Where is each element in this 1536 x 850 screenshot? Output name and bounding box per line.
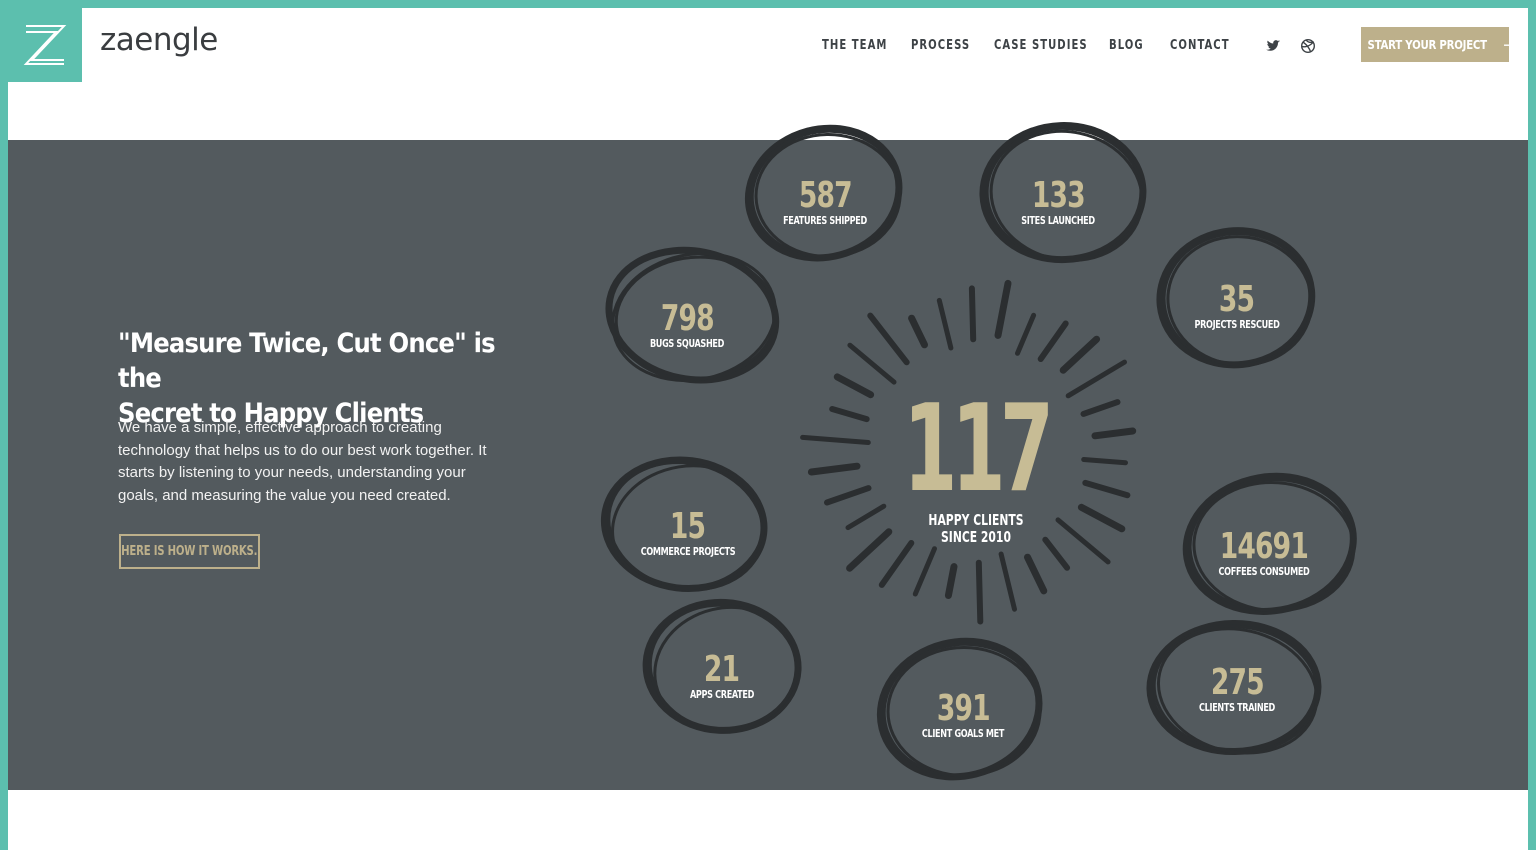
sunburst-ray [1024, 553, 1048, 595]
center-stat-label: HAPPY CLIENTS SINCE 2010 [876, 512, 1076, 546]
stat-label: PROJECTS RESCUED [1194, 318, 1280, 331]
stat-clients-trained: 275 CLIENTS TRAINED [1137, 665, 1337, 714]
stat-commerce-projects: 15 COMMERCE PROJECTS [588, 509, 788, 558]
sunburst-ray [878, 540, 915, 588]
sunburst-ray [998, 551, 1017, 612]
stat-sites-launched: 133 SITES LAUNCHED [958, 178, 1158, 227]
stat-label: SITES LAUNCHED [1021, 214, 1095, 227]
how-it-works-button[interactable]: HERE IS HOW IT WORKS. [119, 534, 260, 569]
stat-number: 587 [798, 175, 853, 216]
stat-coffees-consumed: 14691 COFFEES CONSUMED [1164, 529, 1364, 578]
sunburst-ray [867, 312, 910, 366]
page-frame: zaengle THE TEAM PROCESS CASE STUDIES BL… [8, 8, 1528, 850]
stat-apps-created: 21 APPS CREATED [622, 652, 822, 701]
stat-number: 391 [936, 688, 991, 729]
stat-number: 15 [670, 506, 706, 547]
sunburst-ray [1077, 503, 1126, 533]
stat-label: CLIENTS TRAINED [1199, 701, 1275, 714]
stat-label: APPS CREATED [689, 688, 755, 701]
section-body: We have a simple, effective approach to … [118, 419, 487, 504]
center-stat-label-line-1: HAPPY CLIENTS [928, 511, 1024, 529]
stat-label: COMMERCE PROJECTS [640, 545, 736, 558]
stat-projects-rescued: 35 PROJECTS RESCUED [1137, 282, 1337, 331]
sunburst-ray [975, 559, 984, 625]
sunburst-ray [968, 285, 977, 343]
stat-client-goals-met: 391 CLIENT GOALS MET [863, 691, 1063, 740]
how-it-works-label: HERE IS HOW IT WORKS. [121, 544, 258, 559]
stat-number: 14691 [1219, 526, 1309, 567]
sunburst-ray [936, 297, 954, 351]
stat-number: 21 [704, 649, 740, 690]
stat-bugs-squashed: 798 BUGS SQUASHED [587, 301, 787, 350]
sunburst-ray [1037, 320, 1069, 362]
stat-number: 133 [1031, 175, 1086, 216]
stat-label: BUGS SQUASHED [649, 337, 725, 350]
sunburst-ray [994, 279, 1012, 339]
stat-features-shipped: 587 FEATURES SHIPPED [725, 178, 925, 227]
stat-label: CLIENT GOALS MET [921, 727, 1005, 740]
sunburst-ray [1015, 312, 1037, 356]
sunburst-ray [847, 342, 897, 385]
stat-number: 35 [1219, 279, 1255, 320]
stat-number: 275 [1210, 662, 1265, 703]
sunburst-ray [944, 563, 958, 599]
section-headline: "Measure Twice, Cut Once" is the Secret … [118, 326, 518, 431]
headline-line-1: "Measure Twice, Cut Once" is the [118, 328, 496, 394]
sunburst-ray [908, 314, 928, 349]
center-stat-label-line-2: SINCE 2010 [941, 528, 1011, 546]
sunburst-ray [1059, 335, 1101, 374]
stat-label: FEATURES SHIPPED [783, 214, 867, 227]
stat-number: 798 [660, 298, 715, 339]
stat-label: COFFEES CONSUMED [1218, 565, 1310, 578]
center-stat-number: 117 [903, 380, 1055, 519]
sunburst-ray [912, 546, 937, 597]
